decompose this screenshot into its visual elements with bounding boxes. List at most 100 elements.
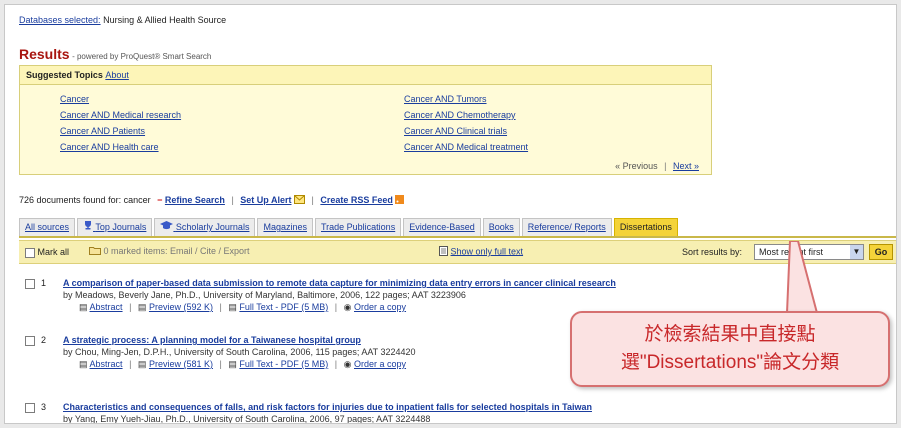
envelope-icon [294, 195, 305, 206]
preview-icon: ▤ [137, 302, 147, 313]
topic-link[interactable]: Cancer AND Clinical trials [404, 126, 507, 136]
result-checkbox[interactable] [25, 403, 35, 413]
marked-items-text: 0 marked items: Email / Cite / Export [103, 246, 250, 256]
result-links: ▤ Abstract | ▤ Preview (592 K) | ▤ Full … [79, 302, 406, 313]
result-item: 3 Characteristics and consequences of fa… [19, 402, 896, 424]
mark-all-control[interactable]: Mark all [25, 247, 69, 258]
result-checkbox[interactable] [25, 279, 35, 289]
callout-line-2: 選"Dissertations"論文分類 [620, 352, 840, 373]
separator: | [219, 359, 222, 369]
tab-evidence-based[interactable]: Evidence-Based [403, 218, 481, 236]
annotation-callout: 於檢索結果中直接點 選"Dissertations"論文分類 [570, 311, 890, 387]
order-copy-link[interactable]: Order a copy [354, 359, 406, 369]
result-title-link[interactable]: A comparison of paper-based data submiss… [63, 278, 616, 288]
refine-search-link[interactable]: Refine Search [165, 195, 225, 205]
source-type-tabs: All sources Top Journals Scholarly Journ… [19, 218, 896, 238]
result-number: 1 [41, 278, 47, 288]
document-icon [439, 246, 448, 258]
topic-link[interactable]: Cancer AND Health care [60, 142, 159, 152]
topic-link[interactable]: Cancer AND Medical treatment [404, 142, 528, 152]
go-button[interactable]: Go [869, 244, 893, 260]
documents-found-bar: 726 documents found for: cancer − Refine… [19, 195, 405, 206]
mark-all-label: Mark all [37, 247, 70, 257]
mortarboard-icon [160, 219, 174, 236]
topic-link[interactable]: Cancer [60, 94, 89, 104]
next-link[interactable]: Next » [673, 161, 699, 171]
separator: | [334, 302, 338, 312]
topic-link[interactable]: Cancer AND Patients [60, 126, 145, 136]
database-name: Nursing & Allied Health Source [103, 15, 227, 25]
preview-icon: ▤ [137, 359, 147, 370]
suggested-topics-box: Suggested Topics About Cancer Cancer AND… [19, 65, 712, 175]
suggested-topics-label: Suggested Topics [26, 70, 103, 80]
abstract-link[interactable]: Abstract [90, 302, 123, 312]
preview-link[interactable]: Preview (581 K) [149, 359, 213, 369]
result-citation: by Yang, Emy Yueh-Jiau, Ph.D., Universit… [63, 414, 431, 424]
previous-label: « Previous [615, 161, 658, 171]
folder-icon [89, 246, 101, 257]
separator: | [231, 195, 234, 205]
abstract-icon: ▤ [79, 359, 88, 370]
powered-by: - powered by ProQuest® Smart Search [72, 52, 212, 61]
preview-link[interactable]: Preview (592 K) [149, 302, 213, 312]
topic-link[interactable]: Cancer AND Tumors [404, 94, 487, 104]
tab-scholarly-journals[interactable]: Scholarly Journals [154, 218, 256, 236]
order-copy-link[interactable]: Order a copy [354, 302, 406, 312]
result-title-link[interactable]: Characteristics and consequences of fall… [63, 402, 592, 412]
tab-reference-reports[interactable]: Reference/ Reports [521, 218, 612, 236]
tab-top-journals[interactable]: Top Journals [77, 218, 153, 236]
topic-link[interactable]: Cancer AND Chemotherapy [404, 110, 516, 120]
separator: | [334, 359, 338, 369]
tab-top-journals-label: Top Journals [95, 222, 147, 232]
abstract-link[interactable]: Abstract [90, 359, 123, 369]
tab-scholarly-journals-label: Scholarly Journals [175, 222, 250, 232]
tab-trade-publications[interactable]: Trade Publications [314, 218, 402, 236]
separator: | [129, 359, 132, 369]
trophy-icon [83, 219, 93, 236]
create-rss-feed-link[interactable]: Create RSS Feed [320, 195, 393, 205]
pdf-icon: ▤ [228, 359, 237, 370]
results-page: Databases selected: Nursing & Allied Hea… [4, 4, 897, 424]
tab-dissertations[interactable]: Dissertations [613, 218, 678, 236]
callout-pointer [785, 241, 819, 314]
topics-pager: « Previous | Next » [615, 161, 699, 171]
full-text-pdf-link[interactable]: Full Text - PDF (5 MB) [239, 302, 328, 312]
topic-link[interactable]: Cancer AND Medical research [60, 110, 181, 120]
tab-all-sources[interactable]: All sources [19, 218, 76, 236]
full-text-pdf-link[interactable]: Full Text - PDF (5 MB) [239, 359, 328, 369]
suggested-topics-header: Suggested Topics About [20, 66, 711, 85]
about-link[interactable]: About [105, 70, 129, 80]
pdf-icon: ▤ [228, 302, 237, 313]
result-checkbox[interactable] [25, 336, 35, 346]
tab-magazines[interactable]: Magazines [257, 218, 313, 236]
tab-books[interactable]: Books [482, 218, 520, 236]
separator: | [311, 195, 314, 205]
separator: | [219, 302, 222, 312]
result-number: 3 [41, 402, 47, 412]
result-title-link[interactable]: A strategic process: A planning model fo… [63, 335, 361, 345]
results-title: Results [19, 46, 70, 62]
results-header: Results - powered by ProQuest® Smart Sea… [19, 46, 211, 62]
callout-line-1: 於檢索結果中直接點 [644, 324, 816, 345]
rss-icon [395, 195, 405, 206]
mark-all-checkbox[interactable] [25, 247, 35, 258]
documents-found-text: 726 documents found for: cancer [19, 195, 151, 205]
marked-items[interactable]: 0 marked items: Email / Cite / Export [89, 246, 250, 257]
result-links: ▤ Abstract | ▤ Preview (581 K) | ▤ Full … [79, 359, 406, 370]
show-only-full-text-link[interactable]: Show only full text [451, 246, 524, 256]
result-number: 2 [41, 335, 47, 345]
tag-icon: ◉ [343, 302, 352, 313]
result-citation: by Chou, Ming-Jen, D.P.H., University of… [63, 347, 416, 357]
databases-selected-link[interactable]: Databases selected: [19, 15, 101, 25]
full-text-filter[interactable]: Show only full text [439, 246, 523, 258]
separator: | [129, 302, 132, 312]
minus-icon: − [157, 195, 163, 205]
pager-separator: | [664, 161, 667, 171]
chevron-down-icon[interactable]: ▼ [850, 245, 863, 259]
abstract-icon: ▤ [79, 302, 88, 313]
sort-label: Sort results by: [682, 247, 743, 257]
result-citation: by Meadows, Beverly Jane, Ph.D., Univers… [63, 290, 466, 300]
databases-selected: Databases selected: Nursing & Allied Hea… [19, 15, 226, 25]
set-up-alert-link[interactable]: Set Up Alert [240, 195, 291, 205]
tag-icon: ◉ [343, 359, 352, 370]
